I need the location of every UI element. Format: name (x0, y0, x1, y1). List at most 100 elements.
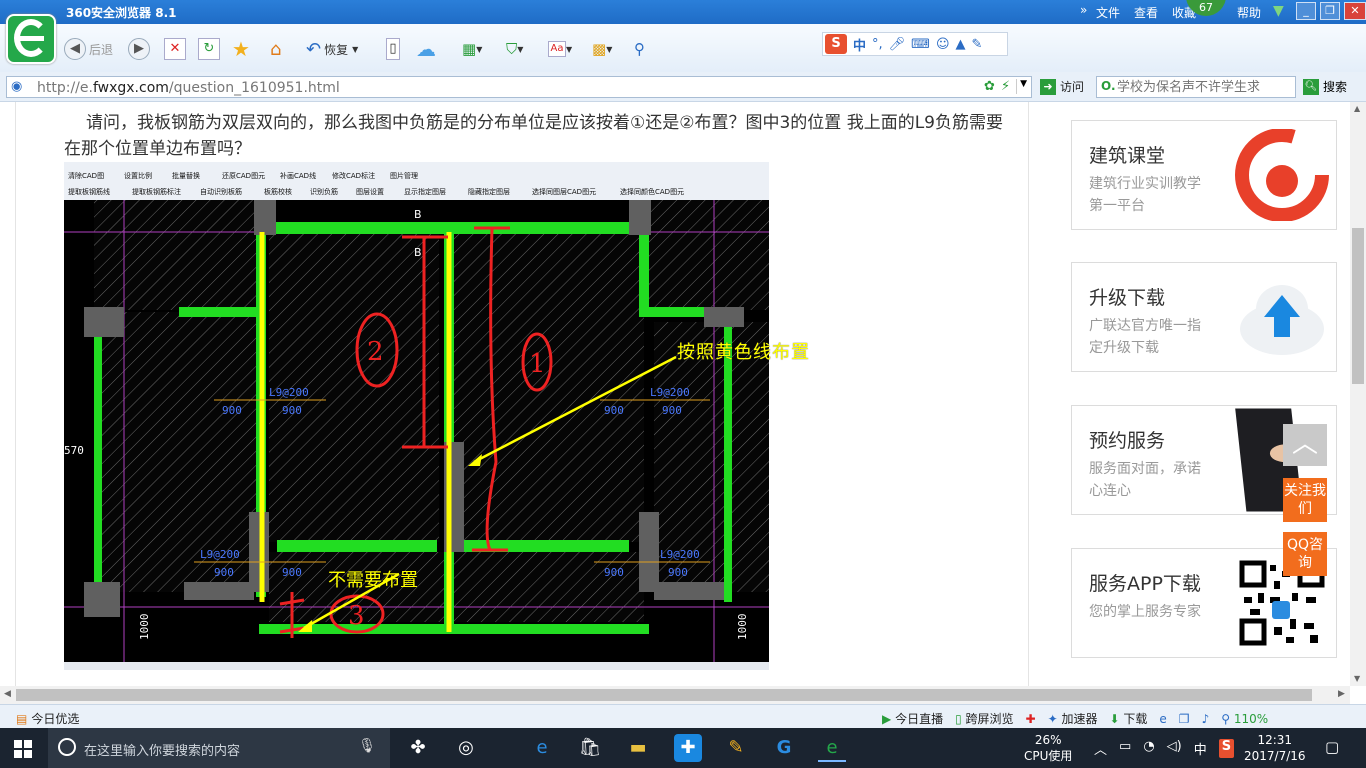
url-field[interactable]: ◉ http://e.fwxgx.com/question_1610951.ht… (6, 76, 1032, 98)
back-button[interactable]: ◀ 后退 (64, 38, 113, 60)
volume-icon[interactable]: ◁) (1167, 739, 1182, 758)
back-to-top-button[interactable]: ︿ (1283, 424, 1327, 466)
menu-help[interactable]: 帮助 (1237, 4, 1261, 21)
app-explorer-icon[interactable]: ▬ (624, 734, 652, 762)
volume-icon[interactable]: ♪ (1202, 712, 1210, 726)
download-button[interactable]: ⬇ 下载 (1110, 710, 1148, 727)
zoom-icon: ⚲ (1221, 711, 1231, 726)
speed-mode-icon[interactable]: ⚡ (1001, 79, 1010, 94)
windows-start-icon[interactable] (14, 740, 32, 758)
scroll-right-icon[interactable]: ▶ (1338, 689, 1345, 699)
scroll-left-icon[interactable]: ◀ (4, 689, 11, 699)
today-pick-label: 今日优选 (31, 712, 80, 726)
cloud-icon[interactable]: ☁ (416, 37, 436, 61)
app-edge-icon[interactable]: e (528, 734, 556, 762)
card-upgrade-download[interactable]: 升级下载 广联达官方唯一指定升级下载 (1071, 262, 1337, 372)
favorite-star-icon[interactable]: ★ (232, 37, 250, 61)
scroll-thumb[interactable] (1352, 228, 1364, 384)
app-pinwheel-icon[interactable]: ✤ (404, 734, 432, 762)
dim-900-5: 900 (214, 566, 234, 579)
forward-arrow-icon: ▶ (128, 38, 150, 60)
search-box[interactable]: O. (1096, 76, 1296, 98)
back-arrow-icon: ◀ (64, 38, 86, 60)
today-pick[interactable]: ▤ 今日优选 (16, 710, 79, 727)
phone-icon[interactable]: ▯ (386, 38, 400, 60)
network-icon[interactable]: ◔ (1143, 739, 1154, 758)
app-notes-icon[interactable]: ✎ (722, 734, 750, 762)
notification-icon[interactable]: ▢ (1325, 738, 1339, 756)
live-button[interactable]: ▶ 今日直播 (882, 710, 943, 727)
cad-menu-12: 识别负筋 (310, 187, 338, 196)
sogou-tray-icon[interactable]: S (1218, 739, 1235, 758)
dim-900-7: 900 (604, 566, 624, 579)
restore-button[interactable]: ↶ 恢复 ▼ (306, 38, 358, 60)
chevron-icon[interactable]: » (1080, 3, 1087, 17)
cad-menu-4: 还原CAD图元 (222, 172, 265, 180)
forward-button[interactable]: ▶ (128, 38, 150, 60)
user-icon: ☺ (935, 36, 950, 52)
app-360browser-icon[interactable]: e (818, 734, 846, 762)
accelerator-button[interactable]: ✦ 加速器 (1048, 710, 1098, 727)
scroll-down-icon[interactable]: ▼ (1354, 674, 1360, 683)
hscroll-thumb[interactable] (16, 689, 1312, 701)
dim-900-1: 900 (222, 404, 242, 417)
horizontal-scrollbar[interactable]: ◀ ▶ (0, 686, 1350, 704)
content-border (15, 102, 16, 686)
cad-menu-1: 清除CAD图 (68, 171, 104, 180)
home-icon[interactable]: ⌂ (270, 38, 281, 60)
vertical-scrollbar[interactable]: ▲ ▼ (1350, 102, 1366, 686)
card-title: 建筑课堂 (1089, 145, 1166, 167)
ime-indicator[interactable]: 中 (1194, 739, 1207, 758)
translate-icon[interactable]: Aa ▼ (548, 38, 572, 60)
building-class-logo (1235, 129, 1329, 221)
app-g-icon[interactable]: G (770, 734, 798, 762)
tray-chevron-icon[interactable]: ︿ (1094, 739, 1107, 758)
screenshot-icon[interactable]: ▩ ▼ (592, 38, 612, 60)
search-button[interactable]: 🔍︎ 搜索 (1303, 78, 1347, 95)
url-dropdown-icon[interactable]: ▼ (1016, 79, 1027, 94)
cad-menu-15: 隐藏指定图层 (468, 187, 510, 196)
compat-mode-icon[interactable]: ✿ (984, 79, 995, 94)
menu-file[interactable]: 文件 (1096, 4, 1120, 21)
refresh-icon: ↻ (198, 38, 220, 60)
cad-menu-17: 选择同颜色CAD图元 (620, 187, 684, 196)
qq-consult-button[interactable]: QQ咨询 (1283, 532, 1327, 576)
zoom-button[interactable]: ⚲ 110% (1221, 712, 1268, 726)
title-menu: 文件 查看 收藏 (1096, 4, 1196, 21)
taskbar-search[interactable]: 在这里输入你要搜索的内容 🎙︎ (48, 728, 390, 768)
taskbar: 在这里输入你要搜索的内容 🎙︎ ✤ ◎ e 🛍︎ ▬ ✚ ✎ G e 26% C… (0, 728, 1366, 768)
ime-toolbar[interactable]: S 中 °, 🎤︎ ⌨ ☺ ▲ ✎ (822, 32, 1008, 56)
cpu-label: CPU使用 (1024, 749, 1073, 763)
visit-button[interactable]: ➜ 访问 (1040, 78, 1084, 95)
dim-900-8: 900 (668, 566, 688, 579)
clock-time: 12:31 (1257, 733, 1293, 747)
battery-icon[interactable]: ▭ (1119, 739, 1131, 758)
window-icon[interactable]: ❐ (1179, 712, 1190, 726)
stop-button[interactable]: ✕ (164, 38, 186, 60)
cross-screen-button[interactable]: ▯ 跨屏浏览 (955, 710, 1013, 727)
url-text[interactable]: http://e.fwxgx.com/question_1610951.html (37, 80, 340, 96)
card-building-class[interactable]: 建筑课堂 建筑行业实训教学第一平台 (1071, 120, 1337, 230)
cpu-meter[interactable]: 26% CPU使用 (1024, 732, 1072, 764)
menu-view[interactable]: 查看 (1134, 4, 1158, 21)
plugin-icon[interactable]: ✚ (1026, 712, 1036, 726)
app-store-icon[interactable]: 🛍︎ (576, 734, 604, 762)
clock[interactable]: 12:31 2017/7/16 (1244, 732, 1306, 764)
minimize-button[interactable]: _ (1296, 2, 1316, 20)
stop-icon: ✕ (164, 38, 186, 60)
app-swirl-icon[interactable]: ◎ (452, 734, 480, 762)
close-button[interactable]: ✕ (1344, 2, 1366, 20)
refresh-button[interactable]: ↻ (198, 38, 220, 60)
search-input[interactable] (1117, 78, 1293, 96)
browser-logo[interactable] (6, 14, 56, 64)
follow-us-button[interactable]: 关注我们 (1283, 478, 1327, 522)
magnifier-icon[interactable]: ⚲ (634, 38, 645, 60)
mic-icon[interactable]: 🎙︎ (358, 738, 376, 754)
ie-icon[interactable]: e (1159, 712, 1166, 726)
maximize-button[interactable]: ❐ (1320, 2, 1340, 20)
scroll-up-icon[interactable]: ▲ (1354, 104, 1360, 113)
apps-icon[interactable]: ▦ ▼ (462, 38, 482, 60)
app-plus-icon[interactable]: ✚ (674, 734, 702, 762)
shield-icon[interactable]: ⛉ ▼ (506, 38, 523, 60)
skin-icon[interactable]: ▼ (1273, 3, 1284, 19)
